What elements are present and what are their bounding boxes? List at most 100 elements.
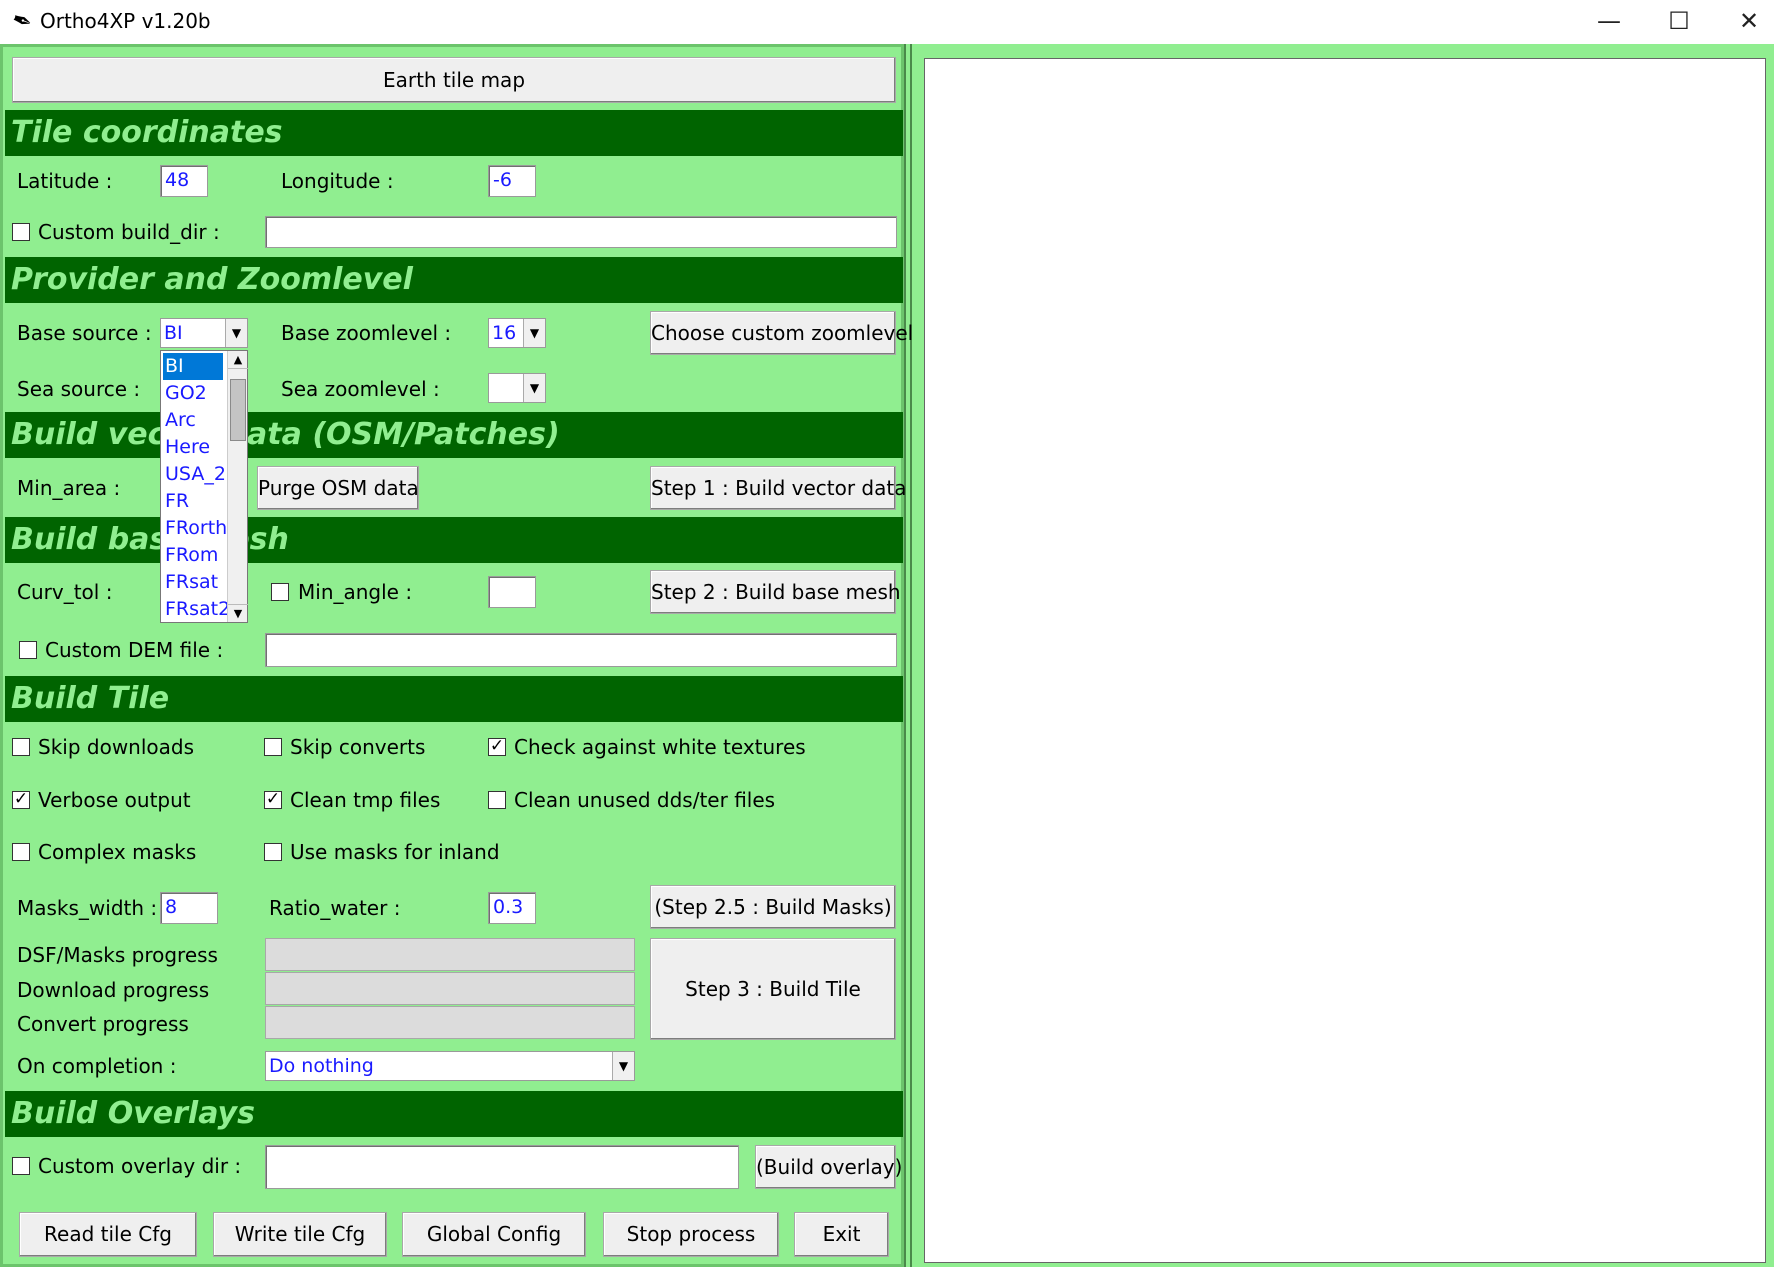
step3-build-tile-button[interactable]: Step 3 : Build Tile (650, 938, 896, 1040)
download-progress-label: Download progress (17, 978, 210, 1002)
dropdown-arrow-icon[interactable]: ▼ (612, 1052, 634, 1080)
base-zoom-select[interactable]: 16 ▼ (488, 318, 546, 348)
check-white-textures-label: Check against white textures (514, 735, 806, 759)
base-zoom-value: 16 (492, 322, 517, 344)
curv-tol-label: Curv_tol : (17, 580, 113, 604)
dropdown-option[interactable]: FRom (163, 542, 223, 569)
minimize-button[interactable]: — (1574, 0, 1644, 42)
custom-dem-checkbox[interactable] (19, 641, 37, 659)
custom-build-dir-label: Custom build_dir : (38, 220, 220, 244)
on-completion-value: Do nothing (269, 1055, 374, 1077)
purge-osm-data-button[interactable]: Purge OSM data (257, 466, 419, 510)
global-config-button[interactable]: Global Config (402, 1212, 586, 1257)
ratio-water-label: Ratio_water : (269, 896, 401, 920)
min-angle-label: Min_angle : (298, 580, 413, 604)
section-build-vector-data: Build vector data (OSM/Patches) (5, 412, 903, 458)
clean-unused-label: Clean unused dds/ter files (514, 788, 776, 812)
base-source-select[interactable]: BI ▼ (160, 318, 248, 348)
scroll-down-arrow-icon[interactable]: ▼ (228, 604, 248, 622)
sea-zoom-select[interactable]: ▼ (488, 373, 546, 403)
dropdown-option[interactable]: FRsat (163, 569, 223, 596)
clean-tmp-label: Clean tmp files (290, 788, 441, 812)
custom-overlay-dir-checkbox[interactable] (12, 1157, 30, 1175)
dropdown-arrow-icon[interactable]: ▼ (225, 319, 247, 347)
verbose-output-checkbox[interactable]: ✓ (12, 791, 30, 809)
dropdown-option[interactable]: FR (163, 488, 223, 515)
longitude-label: Longitude : (281, 169, 394, 193)
section-tile-coordinates: Tile coordinates (5, 110, 903, 156)
on-completion-select[interactable]: Do nothing ▼ (265, 1051, 635, 1081)
stop-process-button[interactable]: Stop process (603, 1212, 779, 1257)
on-completion-label: On completion : (17, 1054, 177, 1078)
sea-source-label: Sea source : (17, 377, 141, 401)
skip-converts-label: Skip converts (290, 735, 426, 759)
dsf-progress-label: DSF/Masks progress (17, 943, 218, 967)
write-tile-cfg-button[interactable]: Write tile Cfg (213, 1212, 387, 1257)
download-progress-bar (265, 972, 635, 1005)
section-build-tile: Build Tile (5, 676, 903, 722)
section-build-base-mesh: Build base mesh (5, 517, 903, 563)
dropdown-option[interactable]: Here (163, 434, 223, 461)
step25-build-masks-button[interactable]: (Step 2.5 : Build Masks) (650, 885, 896, 929)
base-source-value: BI (164, 322, 183, 344)
custom-build-dir-checkbox[interactable] (12, 223, 30, 241)
dropdown-option[interactable]: Arc (163, 407, 223, 434)
check-white-textures-checkbox[interactable]: ✓ (488, 738, 506, 756)
dropdown-arrow-icon[interactable]: ▼ (523, 319, 545, 347)
dropdown-option[interactable]: FRorth (163, 515, 227, 542)
clean-unused-checkbox[interactable] (488, 791, 506, 809)
choose-custom-zoom-button[interactable]: Choose custom zoomlevel (650, 311, 913, 355)
masks-inland-label: Use masks for inland (290, 840, 500, 864)
custom-build-dir-input[interactable] (265, 216, 897, 248)
base-source-label: Base source : (17, 321, 152, 345)
dropdown-option[interactable]: GO2 (163, 380, 223, 407)
custom-overlay-dir-input[interactable] (265, 1145, 739, 1189)
dropdown-scrollbar[interactable]: ▲ ▼ (227, 351, 248, 622)
dropdown-option[interactable]: FRsat2 (163, 596, 230, 623)
maximize-button[interactable]: ☐ (1644, 0, 1714, 42)
ratio-water-input[interactable]: 0.3 (488, 892, 536, 924)
skip-downloads-checkbox[interactable] (12, 738, 30, 756)
dropdown-arrow-icon[interactable]: ▼ (523, 374, 545, 402)
verbose-output-label: Verbose output (38, 788, 191, 812)
dropdown-options: BI GO2 Arc Here USA_2 FR FRorth FRom FRsat FRsat2 (161, 351, 230, 623)
exit-button[interactable]: Exit (794, 1212, 889, 1257)
window-title: Ortho4XP v1.20b (40, 9, 211, 33)
close-button[interactable]: ✕ (1714, 0, 1774, 42)
scroll-up-arrow-icon[interactable]: ▲ (228, 351, 248, 369)
min-area-label: Min_area : (17, 476, 121, 500)
convert-progress-bar (265, 1006, 635, 1039)
skip-converts-checkbox[interactable] (264, 738, 282, 756)
masks-width-input[interactable]: 8 (160, 892, 218, 924)
build-overlay-button[interactable]: (Build overlay) (755, 1145, 902, 1189)
read-tile-cfg-button[interactable]: Read tile Cfg (19, 1212, 197, 1257)
section-build-overlays: Build Overlays (5, 1091, 903, 1137)
dropdown-option[interactable]: BI (163, 353, 223, 380)
dsf-progress-bar (265, 938, 635, 971)
masks-width-label: Masks_width : (17, 896, 158, 920)
complex-masks-checkbox[interactable] (12, 843, 30, 861)
base-source-dropdown-list[interactable]: BI GO2 Arc Here USA_2 FR FRorth FRom FRsat FRsat2… (160, 350, 248, 623)
scrollbar-thumb[interactable] (230, 379, 246, 441)
log-output[interactable] (924, 58, 1766, 1263)
convert-progress-label: Convert progress (17, 1012, 189, 1036)
custom-dem-input[interactable] (265, 633, 897, 667)
min-angle-checkbox[interactable] (271, 583, 289, 601)
complex-masks-label: Complex masks (38, 840, 197, 864)
latitude-label: Latitude : (17, 169, 113, 193)
dropdown-option[interactable]: USA_2 (163, 461, 226, 488)
section-provider-zoomlevel: Provider and Zoomlevel (5, 257, 903, 303)
min-angle-input[interactable] (488, 576, 536, 608)
skip-downloads-label: Skip downloads (38, 735, 195, 759)
longitude-input[interactable]: -6 (488, 165, 536, 197)
latitude-input[interactable]: 48 (160, 165, 208, 197)
earth-tile-map-button[interactable]: Earth tile map (12, 57, 896, 103)
step2-build-mesh-button[interactable]: Step 2 : Build base mesh (650, 570, 901, 614)
masks-inland-checkbox[interactable] (264, 843, 282, 861)
step1-build-vector-button[interactable]: Step 1 : Build vector data (650, 466, 906, 510)
title-bar: ✒ Ortho4XP v1.20b — ☐ ✕ (0, 0, 1774, 42)
feather-icon: ✒ (7, 4, 37, 38)
clean-tmp-checkbox[interactable]: ✓ (264, 791, 282, 809)
custom-dem-label: Custom DEM file : (45, 638, 224, 662)
pane-divider[interactable] (904, 44, 912, 1267)
